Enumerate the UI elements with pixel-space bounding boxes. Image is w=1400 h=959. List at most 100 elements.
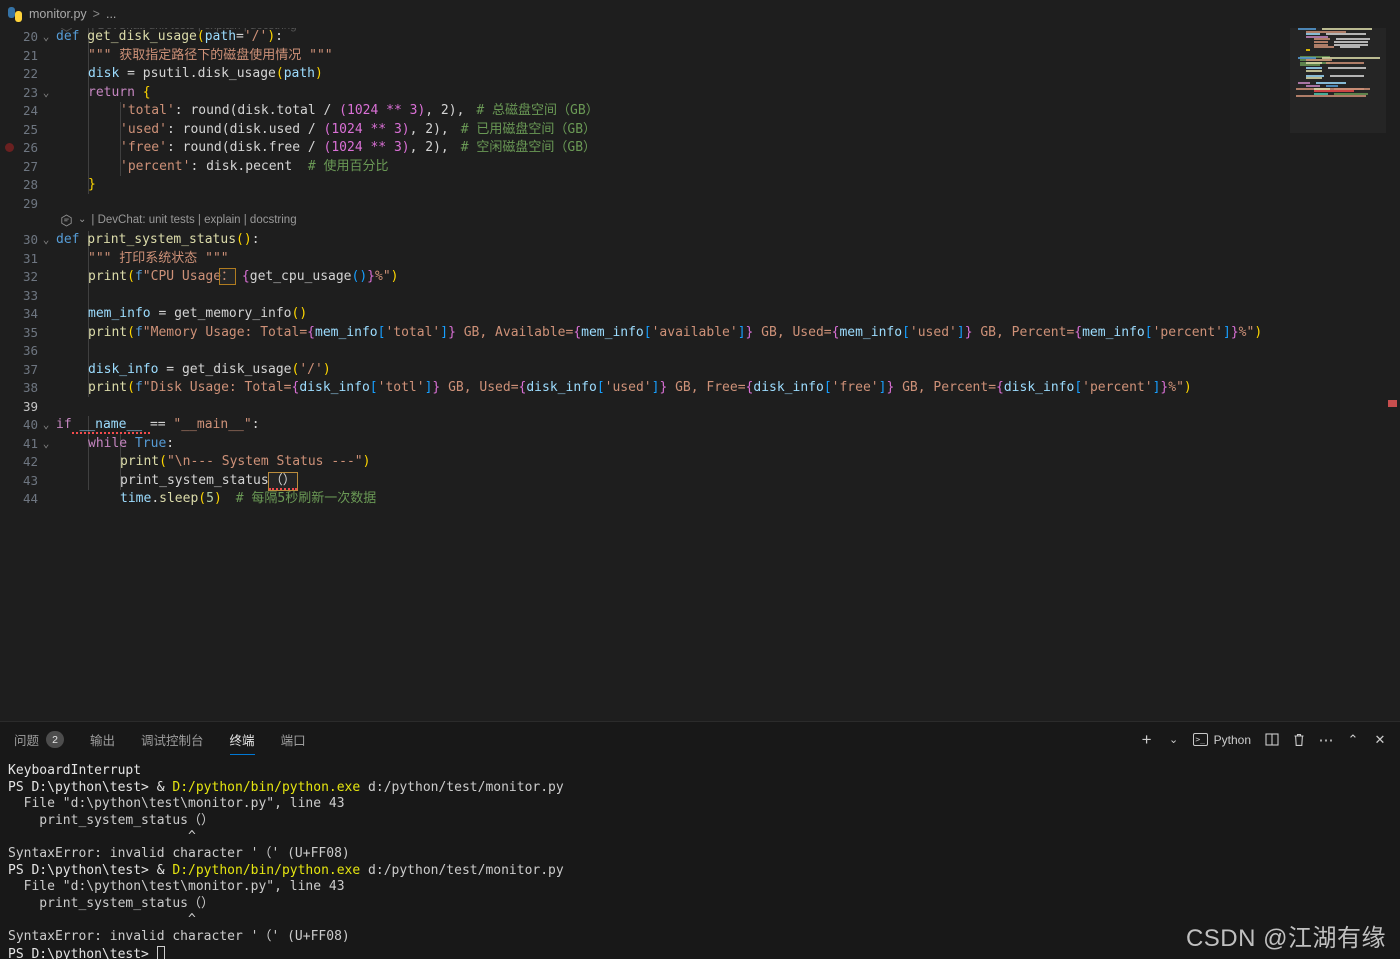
tok-arg: path — [283, 66, 315, 81]
editor-scrollbar[interactable] — [1386, 28, 1400, 721]
tab-output[interactable]: 输出 — [90, 722, 115, 757]
code-editor[interactable]: ⌄ | DevChat: unit tests | explain | docs… — [0, 28, 1400, 721]
tok-group: (1024 ** 3) — [323, 140, 410, 155]
error-marker[interactable] — [1388, 400, 1397, 407]
new-terminal-button[interactable]: + — [1135, 728, 1159, 752]
code-line[interactable]: 41 ⌄ while True: — [0, 435, 1400, 454]
new-terminal-dropdown-icon[interactable]: ⌄ — [1162, 728, 1186, 752]
code-line[interactable]: 37 disk_info = get_disk_usage('/') — [0, 361, 1400, 380]
tok-bracket: [ — [596, 380, 605, 395]
tok-paren: ( — [198, 491, 207, 506]
minimap[interactable] — [1290, 28, 1386, 721]
code-line[interactable]: 20 ⌄ def get_disk_usage(path='/'): — [0, 28, 1400, 47]
minimap-segment — [1327, 66, 1366, 69]
minimap-segment — [1306, 69, 1322, 72]
code-line[interactable]: 22 disk = psutil.disk_usage(path) — [0, 65, 1400, 84]
code-lines[interactable]: 20 ⌄ def get_disk_usage(path='/'): 21 ""… — [0, 28, 1400, 721]
tok-function: print — [88, 324, 128, 340]
active-terminal-chip[interactable]: >_ Python — [1189, 728, 1257, 752]
tok-fbrace: } — [367, 269, 375, 284]
tok-docstring: """ 获取指定路径下的磁盘使用情况 """ — [88, 47, 333, 63]
code-line[interactable]: 36 — [0, 342, 1400, 361]
tok-bracket: ] — [737, 324, 746, 340]
code-line[interactable]: 30 ⌄ def print_system_status(): — [0, 231, 1400, 250]
fold-chevron-icon[interactable]: ⌄ — [40, 231, 52, 250]
code-line[interactable]: 24 'total': round(disk.total / (1024 ** … — [0, 102, 1400, 121]
tab-terminal[interactable]: 终端 — [229, 722, 255, 757]
code-line[interactable]: 21 """ 获取指定路径下的磁盘使用情况 """ — [0, 47, 1400, 66]
breadcrumb-overflow[interactable]: ... — [106, 7, 116, 21]
close-panel-button[interactable]: ✕ — [1368, 728, 1392, 752]
panel-tab-bar[interactable]: 问题 2 输出 调试控制台 终端 端口 + ⌄ >_ Python ⋯ ⌃ ✕ — [0, 722, 1400, 757]
fold-chevron-icon[interactable]: ⌄ — [40, 435, 52, 454]
code-line[interactable]: 33 — [0, 287, 1400, 306]
tok-var: mem_info — [1082, 324, 1145, 340]
fold-chevron-icon[interactable]: ⌄ — [40, 28, 52, 47]
tok-op: = — [119, 66, 143, 81]
code-line[interactable]: 42 print("\n--- System Status ---") — [0, 453, 1400, 472]
line-content: 'percent': disk.pecent # 使用百分比 — [56, 158, 389, 177]
codelens-devchat[interactable]: ⌄ | DevChat: unit tests | explain | docs… — [0, 211, 297, 230]
tok-string: GB, Free= — [667, 380, 746, 395]
code-line[interactable]: 32 print(f"CPU Usage： {get_cpu_usage()}%… — [0, 268, 1400, 287]
fold-chevron-icon[interactable]: ⌄ — [40, 416, 52, 435]
code-line[interactable]: 28 } — [0, 176, 1400, 195]
line-content: 'free': round(disk.free / (1024 ** 3), 2… — [56, 139, 596, 158]
code-line[interactable]: 26 'free': round(disk.free / (1024 ** 3)… — [0, 139, 1400, 158]
tok-key: 'percent' — [1152, 324, 1224, 340]
breadcrumb-file[interactable]: monitor.py — [29, 7, 87, 21]
panel-actions[interactable]: + ⌄ >_ Python ⋯ ⌃ ✕ — [1135, 722, 1392, 757]
tok-key: 'percent' — [1082, 380, 1153, 395]
tok-paren: ) — [1254, 324, 1263, 340]
line-number: 26 — [22, 140, 38, 155]
tok-string — [234, 269, 242, 284]
code-line[interactable]: 43 print_system_status（） — [0, 471, 1400, 491]
tab-output-label: 输出 — [90, 734, 116, 748]
tok-paren: ( — [127, 269, 135, 284]
tok-var: mem_info — [839, 324, 903, 340]
terminal-output[interactable]: KeyboardInterrupt PS D:\python\test> & D:… — [0, 757, 1400, 959]
tok-plain: , 2), — [409, 140, 449, 155]
tok-call: print_system_status — [120, 472, 269, 488]
maximize-panel-button[interactable]: ⌃ — [1341, 728, 1365, 752]
terminal-line: print_system_status（） — [8, 813, 1400, 830]
tok-comment: # 空闲磁盘空间（GB） — [460, 140, 597, 155]
tok-key: 'used' — [604, 380, 652, 395]
tok-paren: ) — [362, 454, 371, 469]
kill-terminal-button[interactable] — [1287, 728, 1311, 752]
code-line[interactable]: 25 'used': round(disk.used / (1024 ** 3)… — [0, 121, 1400, 140]
terminal-line: SyntaxError: invalid character '（' (U+FF… — [8, 929, 1400, 946]
tok-fbrace: { — [307, 324, 315, 340]
chevron-down-icon[interactable]: ⌄ — [78, 211, 86, 230]
code-line[interactable]: 27 'percent': disk.pecent # 使用百分比 — [0, 158, 1400, 177]
codelens-label[interactable]: | DevChat: unit tests | explain | docstr… — [91, 211, 296, 230]
tok-call: psutil.disk_usage — [142, 66, 276, 81]
code-line[interactable]: 23 ⌄ return { — [0, 84, 1400, 103]
tok-keyword: def — [56, 232, 80, 247]
tok-string: % — [1168, 380, 1177, 395]
line-number: 33 — [22, 287, 38, 303]
code-line[interactable]: 44 time.sleep(5) # 每隔5秒刷新一次数据 — [0, 490, 1400, 509]
problems-count-badge: 2 — [46, 731, 65, 748]
line-number: 42 — [22, 454, 38, 469]
fold-chevron-icon[interactable]: ⌄ — [40, 84, 52, 103]
code-line[interactable]: 34 mem_info = get_memory_info() — [0, 305, 1400, 324]
tab-problems[interactable]: 问题 2 — [14, 722, 65, 757]
tok-fbrace: } — [964, 324, 973, 340]
bottom-panel[interactable]: 问题 2 输出 调试控制台 终端 端口 + ⌄ >_ Python ⋯ ⌃ ✕ … — [0, 721, 1400, 959]
tok-plain: , 2), — [409, 121, 449, 137]
more-actions-button[interactable]: ⋯ — [1314, 728, 1338, 752]
code-line[interactable]: 40 ⌄ if __name__ == "__main__": — [0, 416, 1400, 435]
split-terminal-button[interactable] — [1260, 728, 1284, 752]
tok-string: GB, Percent= — [894, 380, 997, 395]
line-content: while True: — [56, 435, 174, 454]
code-line[interactable]: 35 print(f"Memory Usage: Total={mem_info… — [0, 324, 1400, 343]
tab-debug-console[interactable]: 调试控制台 — [141, 722, 204, 757]
breadcrumb[interactable]: monitor.py > ... — [0, 0, 1400, 28]
code-line[interactable]: 31 """ 打印系统状态 """ — [0, 250, 1400, 269]
code-line[interactable]: 38 print(f"Disk Usage: Total={disk_info[… — [0, 379, 1400, 398]
tab-ports[interactable]: 端口 — [281, 722, 306, 757]
line-content: time.sleep(5) # 每隔5秒刷新一次数据 — [56, 490, 376, 509]
invalid-parentheses-highlight: （） — [267, 471, 298, 491]
code-line[interactable]: 39 — [0, 398, 1400, 417]
